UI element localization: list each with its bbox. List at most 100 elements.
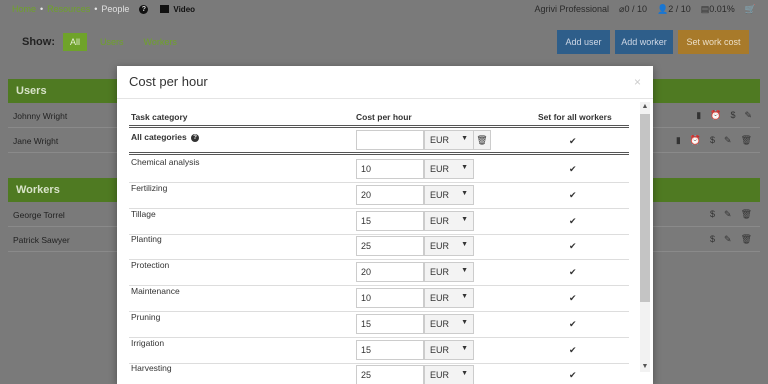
filter-all[interactable]: All bbox=[63, 33, 88, 51]
set-all-checkbox[interactable]: ✔ bbox=[569, 136, 579, 146]
category-cost-input[interactable] bbox=[356, 340, 424, 360]
set-for-all-checkbox[interactable]: ✔ bbox=[569, 345, 579, 355]
category-cost-input[interactable] bbox=[356, 365, 424, 384]
set-for-all-checkbox[interactable]: ✔ bbox=[569, 267, 579, 277]
filter-users[interactable]: Users bbox=[93, 33, 131, 51]
modal-body: Task category Cost per hour Set for all … bbox=[117, 100, 653, 384]
trash-icon[interactable]: 🗑 bbox=[741, 135, 752, 146]
filter-workers[interactable]: Workers bbox=[137, 33, 184, 51]
users-usage: 👤2 / 10 bbox=[656, 3, 691, 14]
chevron-down-icon: ▼ bbox=[461, 370, 468, 377]
row-divider bbox=[129, 311, 629, 312]
category-cost-input[interactable] bbox=[356, 211, 424, 231]
edit-icon[interactable]: ✎ bbox=[724, 209, 732, 220]
set-for-all-checkbox[interactable]: ✔ bbox=[569, 164, 579, 174]
trash-icon[interactable]: 🗑 bbox=[741, 234, 752, 245]
account-status: Agrivi Professional ⌀0 / 10 👤2 / 10 ▤0.0… bbox=[525, 0, 757, 18]
user-name: Johnny Wright bbox=[13, 111, 68, 121]
category-currency-select[interactable]: EUR ▼ bbox=[424, 236, 474, 256]
set-for-all-checkbox[interactable]: ✔ bbox=[569, 319, 579, 329]
dollar-icon[interactable]: $ bbox=[710, 209, 715, 220]
row-actions: ▮ ⏰ $ ✎ 🗑 bbox=[676, 135, 752, 146]
category-label: Tillage bbox=[131, 209, 156, 219]
all-categories-label: All categories ? bbox=[131, 132, 200, 142]
row-divider bbox=[129, 259, 629, 260]
currency-value: EUR bbox=[430, 345, 450, 355]
category-label: Pruning bbox=[131, 312, 161, 322]
clear-all-button[interactable]: 🗑 bbox=[473, 130, 491, 150]
scroll-down-arrow[interactable]: ▼ bbox=[640, 362, 650, 372]
category-currency-select[interactable]: EUR ▼ bbox=[424, 262, 474, 282]
category-currency-select[interactable]: EUR ▼ bbox=[424, 288, 474, 308]
category-label: Chemical analysis bbox=[131, 157, 200, 167]
currency-value: EUR bbox=[430, 293, 450, 303]
row-divider bbox=[129, 182, 629, 183]
video-link[interactable]: Video bbox=[173, 5, 195, 14]
row-divider bbox=[129, 285, 629, 286]
currency-value: EUR bbox=[430, 267, 450, 277]
worker-name: Patrick Sawyer bbox=[13, 235, 70, 245]
breadcrumb-home[interactable]: Home bbox=[12, 4, 36, 14]
help-icon[interactable]: ? bbox=[139, 4, 149, 14]
dollar-icon[interactable]: $ bbox=[730, 110, 735, 121]
storage-usage: ▤0.01% bbox=[700, 3, 735, 14]
set-for-all-checkbox[interactable]: ✔ bbox=[569, 190, 579, 200]
category-currency-select[interactable]: EUR ▼ bbox=[424, 185, 474, 205]
close-icon[interactable]: × bbox=[634, 75, 641, 89]
category-label: Maintenance bbox=[131, 286, 180, 296]
scroll-up-arrow[interactable]: ▲ bbox=[640, 102, 650, 112]
alarm-icon[interactable]: ⏰ bbox=[710, 110, 721, 121]
breadcrumb-people: People bbox=[101, 4, 130, 14]
trash-icon[interactable]: 🗑 bbox=[741, 209, 752, 220]
scrollbar-thumb[interactable] bbox=[640, 114, 650, 302]
user-name: Jane Wright bbox=[13, 136, 59, 146]
set-for-all-checkbox[interactable]: ✔ bbox=[569, 216, 579, 226]
category-currency-select[interactable]: EUR ▼ bbox=[424, 314, 474, 334]
chevron-down-icon: ▼ bbox=[461, 190, 468, 197]
set-for-all-checkbox[interactable]: ✔ bbox=[569, 370, 579, 380]
document-icon[interactable]: ▮ bbox=[696, 110, 701, 121]
cart-icon[interactable]: 🛒 bbox=[745, 4, 756, 15]
help-icon[interactable]: ? bbox=[191, 133, 200, 142]
row-divider bbox=[129, 363, 629, 364]
chevron-down-icon: ▼ bbox=[461, 216, 468, 223]
edit-icon[interactable]: ✎ bbox=[744, 110, 752, 121]
set-for-all-checkbox[interactable]: ✔ bbox=[569, 293, 579, 303]
alarm-icon[interactable]: ⏰ bbox=[690, 135, 701, 146]
video-icon[interactable] bbox=[160, 5, 170, 13]
category-cost-input[interactable] bbox=[356, 314, 424, 334]
chevron-down-icon: ▼ bbox=[461, 293, 468, 300]
edit-icon[interactable]: ✎ bbox=[724, 135, 732, 146]
all-categories-cost-input[interactable] bbox=[356, 130, 424, 150]
add-user-button[interactable]: Add user bbox=[557, 30, 610, 54]
chevron-down-icon: ▼ bbox=[461, 345, 468, 352]
breadcrumb-resources[interactable]: Resources bbox=[47, 4, 90, 14]
category-currency-select[interactable]: EUR ▼ bbox=[424, 211, 474, 231]
category-currency-select[interactable]: EUR ▼ bbox=[424, 365, 474, 384]
category-cost-input[interactable] bbox=[356, 185, 424, 205]
chevron-down-icon: ▼ bbox=[461, 164, 468, 171]
dollar-icon[interactable]: $ bbox=[710, 135, 715, 146]
row-actions: $ ✎ 🗑 bbox=[710, 234, 752, 245]
category-cost-input[interactable] bbox=[356, 288, 424, 308]
category-cost-input[interactable] bbox=[356, 236, 424, 256]
category-currency-select[interactable]: EUR ▼ bbox=[424, 340, 474, 360]
add-worker-button[interactable]: Add worker bbox=[615, 30, 673, 54]
all-categories-divider bbox=[129, 152, 629, 155]
category-label: Protection bbox=[131, 260, 170, 270]
all-categories-currency-select[interactable]: EUR ▼ bbox=[424, 130, 474, 150]
worker-name: George Torrel bbox=[13, 210, 65, 220]
document-icon[interactable]: ▮ bbox=[676, 135, 681, 146]
currency-value: EUR bbox=[430, 216, 450, 226]
currency-value: EUR bbox=[430, 241, 450, 251]
dollar-icon[interactable]: $ bbox=[710, 234, 715, 245]
set-for-all-checkbox[interactable]: ✔ bbox=[569, 241, 579, 251]
edit-icon[interactable]: ✎ bbox=[724, 234, 732, 245]
category-label: Irrigation bbox=[131, 338, 165, 348]
set-work-cost-button[interactable]: Set work cost bbox=[678, 30, 749, 54]
category-cost-input[interactable] bbox=[356, 159, 424, 179]
chevron-down-icon: ▼ bbox=[461, 135, 468, 142]
category-label: Harvesting bbox=[131, 363, 172, 373]
category-currency-select[interactable]: EUR ▼ bbox=[424, 159, 474, 179]
category-cost-input[interactable] bbox=[356, 262, 424, 282]
